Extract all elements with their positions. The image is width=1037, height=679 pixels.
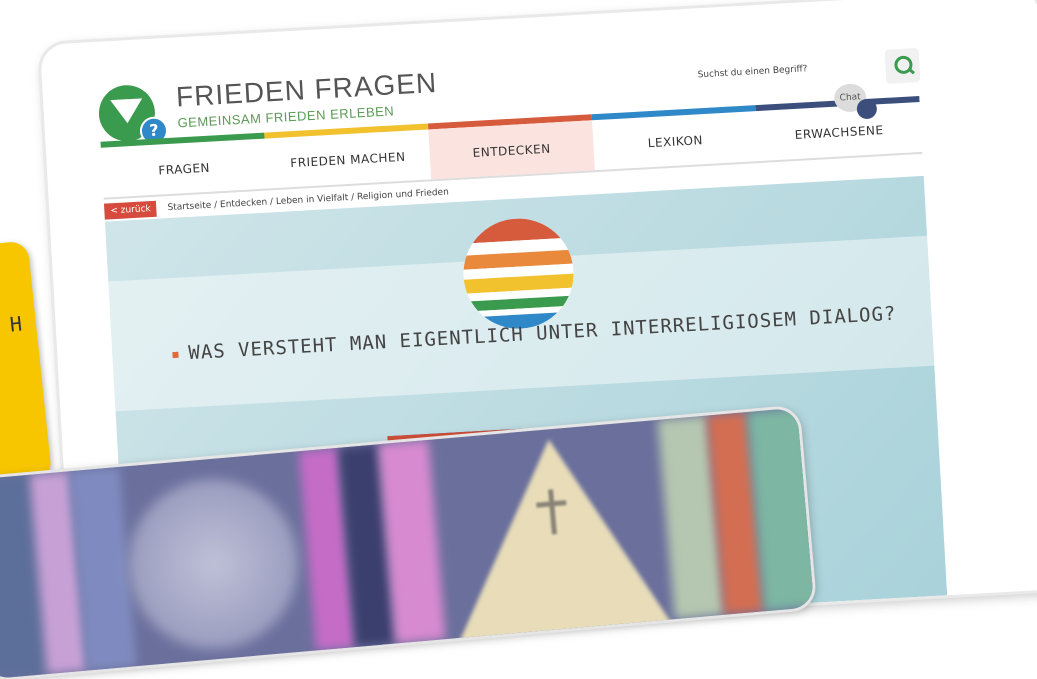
chat-bubble-dark-icon <box>856 98 878 120</box>
nav-item-entdecken[interactable]: ENTDECKEN <box>428 120 595 180</box>
blurred-church <box>439 429 676 649</box>
search-button[interactable] <box>884 47 921 84</box>
search-box[interactable]: Suchst du einen Begriff? <box>697 47 921 96</box>
search-input[interactable]: Suchst du einen Begriff? <box>697 64 807 80</box>
back-button[interactable]: < zurück <box>103 200 158 220</box>
site-title: FRIEDEN FRAGEN <box>175 66 438 113</box>
side-yellow-badge: H <box>0 240 53 490</box>
chat-button[interactable]: Chat <box>833 82 879 128</box>
nav-item-fragen[interactable]: FRAGEN <box>101 139 268 198</box>
nav-item-frieden-machen[interactable]: FRIEDEN MACHEN <box>265 129 432 188</box>
side-badge-text: H <box>8 311 24 337</box>
blurred-dome <box>121 472 306 657</box>
rainbow-icon <box>460 215 577 332</box>
bullet-icon <box>172 351 179 358</box>
nav-item-lexikon[interactable]: LEXIKON <box>592 111 759 170</box>
